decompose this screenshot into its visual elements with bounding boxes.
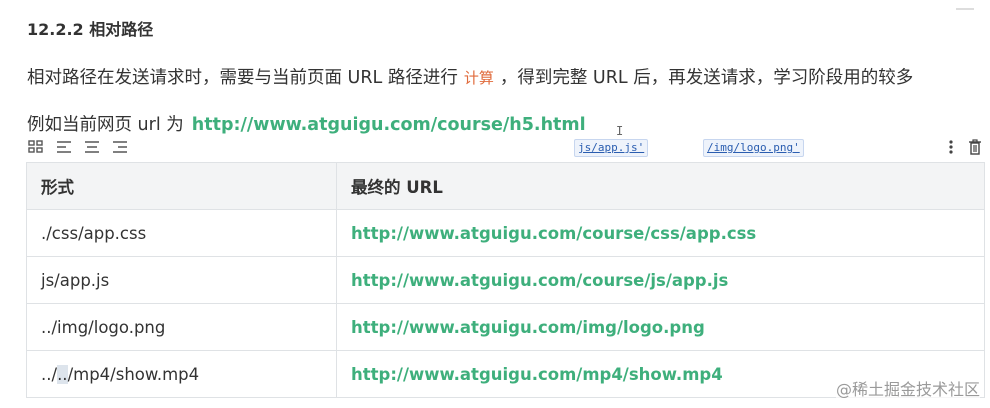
cell-form-text: js/app.js [41,270,110,290]
url-table: 形式 最终的 URL ./css/app.css http://www.atgu… [26,162,985,398]
highlight-text: 计算 [463,69,494,87]
cell-form[interactable]: ./css/app.css [26,209,337,257]
align-right-icon[interactable] [111,139,129,155]
link-chip-app-js[interactable]: js/app.js' [574,139,649,157]
grid-icon[interactable] [27,139,45,155]
example-prefix: 例如当前网页 url 为 [27,115,184,135]
watermark: @稀土掘金技术社区 [835,376,980,400]
example-line: 例如当前网页 url 为 http://www.atguigu.com/cours… [27,111,586,136]
table-toolbar [27,138,129,156]
table-header-row: 形式 最终的 URL [26,162,985,210]
section-heading: 12.2.2 相对路径 [27,20,154,39]
trash-icon[interactable] [966,139,981,155]
cell-form-text-pre: ../ [41,364,58,384]
header-form: 形式 [26,162,337,210]
text-cursor-icon: I [616,124,624,138]
table-row: ../img/logo.png http://www.atguigu.com/i… [26,303,985,351]
cell-form-text-post: /mp4/show.mp4 [67,364,200,384]
align-left-icon[interactable] [55,139,73,155]
cell-form-selection: .. [57,364,68,384]
link-chip-logo-png[interactable]: /img/logo.png' [703,139,804,157]
paragraph-text-before: 相对路径在发送请求时，需要与当前页面 URL 路径进行 [27,68,458,88]
more-options-icon[interactable] [942,139,956,155]
align-center-icon[interactable] [83,139,101,155]
header-final-url: 最终的 URL [336,162,985,210]
cell-form-text: ../img/logo.png [41,317,166,337]
cell-form-text: ./css/app.css [41,223,147,243]
example-url-link[interactable]: http://www.atguigu.com/course/h5.html [192,115,586,135]
table-row: js/app.js http://www.atguigu.com/course/… [26,256,985,304]
paragraph: 相对路径在发送请求时，需要与当前页面 URL 路径进行 计算 ，得到完整 URL 后… [27,64,913,89]
cell-url[interactable]: http://www.atguigu.com/img/logo.png [336,303,985,351]
cell-form[interactable]: ../img/logo.png [26,303,337,351]
corner-decoration [956,8,974,10]
paragraph-text-after: ，得到完整 URL 后，再发送请求，学习阶段用的较多 [499,68,914,88]
cell-url[interactable]: http://www.atguigu.com/course/css/app.cs… [336,209,985,257]
table-actions [942,139,981,155]
table-row: ./css/app.css http://www.atguigu.com/cou… [26,209,985,257]
cell-form[interactable]: ../../mp4/show.mp4 [26,350,337,398]
cell-url[interactable]: http://www.atguigu.com/course/js/app.js [336,256,985,304]
cell-form[interactable]: js/app.js [26,256,337,304]
